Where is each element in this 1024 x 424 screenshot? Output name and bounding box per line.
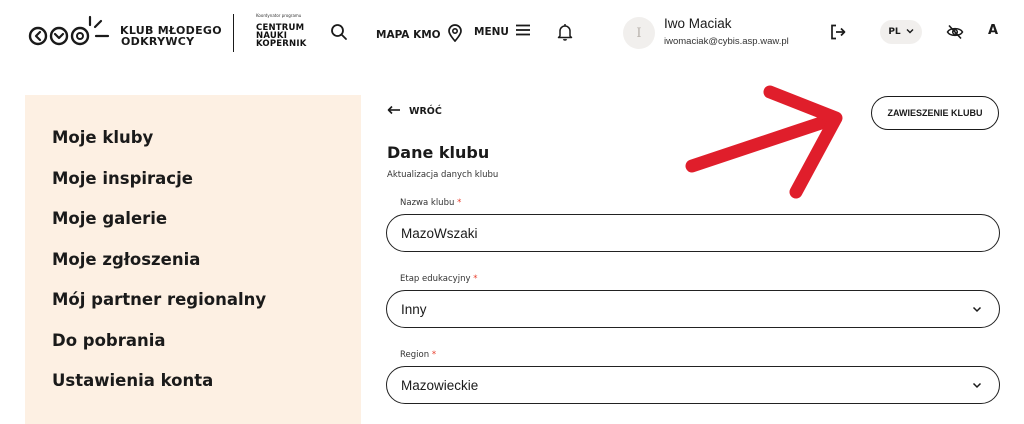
region-value: Mazowieckie — [401, 377, 479, 393]
club-name-value: MazoWszaki — [401, 225, 478, 241]
education-stage-label-text: Etap edukacyjny — [400, 274, 471, 284]
chevron-down-icon — [971, 379, 983, 391]
sidebar-item-moje-zgloszenia[interactable]: Moje zgłoszenia — [52, 250, 200, 269]
brand-divider — [233, 14, 234, 52]
region-label: Region * — [400, 350, 436, 360]
sidebar-item-ustawienia-konta[interactable]: Ustawienia konta — [52, 371, 213, 390]
arrow-left-icon — [387, 105, 401, 118]
sidebar-item-moje-kluby[interactable]: Moje kluby — [52, 128, 153, 147]
education-stage-value: Inny — [401, 301, 427, 317]
region-label-text: Region — [400, 350, 430, 360]
back-label: WRÓĆ — [409, 106, 442, 117]
education-stage-label: Etap edukacyjny * — [400, 274, 477, 284]
sidebar: Moje kluby Moje inspiracje Moje galerie … — [25, 95, 361, 424]
suspend-club-button[interactable]: ZAWIESZENIE KLUBU — [871, 96, 999, 130]
club-name-label-text: Nazwa klubu — [400, 198, 455, 208]
user-email: iwomaciak@cybis.asp.waw.pl — [664, 36, 789, 47]
annotation-arrow-icon — [660, 80, 860, 200]
brand-name: KLUB MŁODEGO ODKRYWCY — [120, 25, 222, 47]
logo[interactable] — [28, 14, 116, 50]
map-link[interactable]: MAPA KMO — [376, 24, 463, 45]
sidebar-item-partner-regionalny[interactable]: Mój partner regionalny — [52, 290, 266, 309]
language-label: PL — [888, 27, 901, 37]
sidebar-item-do-pobrania[interactable]: Do pobrania — [52, 331, 166, 350]
page-subtitle: Aktualizacja danych klubu — [387, 170, 499, 180]
partner-logo[interactable]: CENTRUM NAUKI KOPERNIK — [256, 24, 307, 49]
brand-line2: ODKRYWCY — [121, 35, 195, 48]
logo-circles-icon — [28, 15, 110, 46]
required-mark: * — [431, 350, 437, 360]
bell-icon[interactable] — [554, 21, 576, 43]
chevron-down-icon — [906, 27, 914, 37]
region-select[interactable]: Mazowieckie — [386, 366, 1000, 404]
font-size-toggle[interactable]: A — [988, 23, 998, 38]
map-link-label: MAPA KMO — [376, 28, 441, 41]
club-name-input[interactable]: MazoWszaki — [386, 214, 1000, 252]
sidebar-item-moje-inspiracje[interactable]: Moje inspiracje — [52, 169, 193, 188]
search-icon[interactable] — [329, 22, 349, 42]
menu-label: MENU — [474, 25, 509, 38]
club-name-label: Nazwa klubu * — [400, 198, 461, 208]
eye-slash-icon[interactable] — [944, 21, 966, 43]
map-pin-icon — [447, 24, 463, 45]
back-link[interactable]: WRÓĆ — [387, 105, 442, 118]
logout-icon[interactable] — [827, 21, 849, 43]
hamburger-icon — [515, 24, 531, 39]
menu-button[interactable]: MENU — [474, 24, 531, 39]
language-selector[interactable]: PL — [880, 20, 922, 44]
avatar[interactable]: I — [623, 17, 655, 49]
partner-line3: KOPERNIK — [256, 39, 307, 49]
required-mark: * — [473, 274, 478, 284]
chevron-down-icon — [971, 303, 983, 315]
partner-caption: Koordynator programu — [256, 13, 302, 18]
header: KLUB MŁODEGO ODKRYWCY Koordynator progra… — [0, 0, 1024, 64]
education-stage-select[interactable]: Inny — [386, 290, 1000, 328]
sidebar-item-moje-galerie[interactable]: Moje galerie — [52, 209, 167, 228]
page-title: Dane klubu — [387, 143, 490, 162]
required-mark: * — [457, 198, 462, 208]
user-name[interactable]: Iwo Maciak — [664, 16, 732, 31]
